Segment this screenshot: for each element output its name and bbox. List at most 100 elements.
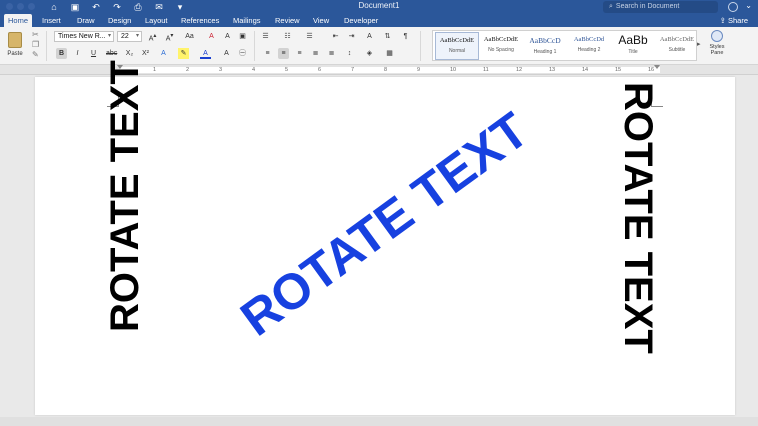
styles-pane-label: Pane (710, 50, 724, 56)
ruler-number: 6 (318, 67, 322, 73)
style-name: Subtitle (668, 47, 686, 53)
text-box-icon[interactable]: ▣ (237, 31, 248, 42)
chevron-down-icon: ▾ (135, 33, 139, 39)
style-name: Title (628, 49, 638, 55)
change-case-icon[interactable]: Aa (184, 31, 195, 42)
multilevel-list-icon[interactable]: ☰ (304, 31, 315, 42)
line-spacing-icon[interactable]: ↕ (344, 48, 355, 59)
style-normal[interactable]: AaBbCcDdE Normal (435, 32, 479, 60)
superscript-button[interactable]: X² (140, 48, 151, 59)
right-indent-marker-icon[interactable] (654, 65, 660, 69)
clipboard-icon (8, 32, 22, 48)
style-sample: AaBb (618, 33, 648, 47)
tab-draw[interactable]: Draw (73, 14, 99, 27)
search-box[interactable]: ⌕ Search in Document (603, 1, 718, 13)
ruler-track (120, 67, 660, 73)
title-bar: ⌂ ▣ ↶ ↷ ⎙ ✉ ▾ Document1 ⌕ Search in Docum… (0, 0, 758, 14)
shading-icon[interactable]: ◈ (364, 48, 375, 59)
numbering-icon[interactable]: ☷ (282, 31, 293, 42)
align-center-icon[interactable]: ≡ (278, 48, 289, 59)
rotated-text-diagonal[interactable]: ROTATE TEXT (230, 102, 538, 347)
tab-insert[interactable]: Insert (38, 14, 65, 27)
text-effects-icon[interactable]: A (222, 31, 233, 42)
status-bar (0, 417, 758, 426)
align-right-icon[interactable]: ≡ (294, 48, 305, 59)
style-title[interactable]: AaBb Title (611, 32, 655, 60)
highlight-icon[interactable]: ✎ (178, 48, 189, 59)
copy-icon[interactable]: ❐ (32, 40, 39, 50)
styles-pane-icon (711, 30, 723, 42)
clipboard-tools: ✂ ❐ ✎ (32, 30, 39, 60)
ruler-number: 8 (384, 67, 388, 73)
share-icon: ⇪ (719, 16, 728, 25)
tab-view[interactable]: View (309, 14, 333, 27)
rotated-text-right[interactable]: ROTATE TEXT (616, 82, 660, 354)
style-heading-1[interactable]: AaBbCcD Heading 1 (523, 32, 567, 60)
shrink-font-icon[interactable]: A▾ (164, 31, 175, 42)
ruler-number: 1 (153, 67, 157, 73)
sort-icon[interactable]: ⇅ (382, 31, 393, 42)
underline-button[interactable]: U (88, 48, 99, 59)
bullets-icon[interactable]: ☰ (260, 31, 271, 42)
tab-home[interactable]: Home (4, 14, 33, 27)
style-sample: AaBbCcDdE (659, 36, 695, 43)
share-label: Share (727, 16, 748, 25)
tab-review[interactable]: Review (271, 14, 304, 27)
character-shading-icon[interactable]: A (221, 48, 232, 59)
increase-indent-icon[interactable]: ⇥ (346, 31, 357, 42)
ribbon-tabs: Home Insert Draw Design Layout Reference… (0, 14, 758, 27)
ruler-number: 7 (351, 67, 355, 73)
style-no-spacing[interactable]: AaBbCcDdE No Spacing (479, 32, 523, 60)
style-sample: AaBbCcD (529, 36, 561, 45)
tab-layout[interactable]: Layout (141, 14, 172, 27)
decrease-indent-icon[interactable]: ⇤ (330, 31, 341, 42)
font-size-value: 22 (121, 33, 129, 40)
distributed-icon[interactable]: ≣ (326, 48, 337, 59)
grow-font-icon[interactable]: A▴ (147, 31, 158, 42)
enclose-characters-icon[interactable]: ㊀ (237, 48, 248, 59)
rotated-text-left[interactable]: ROTATE TEXT (103, 60, 147, 332)
align-left-icon[interactable]: ≡ (262, 48, 273, 59)
search-icon: ⌕ (609, 3, 613, 10)
font-color-icon[interactable]: A (200, 48, 211, 59)
chevron-down-icon[interactable]: ⌄ (745, 1, 752, 10)
profile-icon[interactable] (728, 2, 738, 12)
text-effects-color-icon[interactable]: A (158, 48, 169, 59)
ruler-number: 15 (615, 67, 622, 73)
document-page[interactable]: ROTATE TEXT ROTATE TEXT ROTATE TEXT (35, 60, 735, 415)
tab-developer[interactable]: Developer (340, 14, 382, 27)
styles-gallery: AaBbCcDdE Normal AaBbCcDdE No Spacing Aa… (432, 30, 697, 61)
justify-icon[interactable]: ≣ (310, 48, 321, 59)
font-size-combo[interactable]: 22 ▾ (117, 31, 142, 42)
clear-formatting-icon[interactable]: A (206, 31, 217, 42)
style-sample: AaBbCcDdE (483, 36, 519, 43)
search-placeholder: Search in Document (615, 3, 680, 10)
styles-pane-button[interactable]: Styles Pane (705, 30, 729, 56)
style-heading-2[interactable]: AaBbCcDd Heading 2 (567, 32, 611, 60)
share-button[interactable]: ⇪ Share (720, 14, 748, 27)
subscript-button[interactable]: X₂ (124, 48, 135, 59)
ruler-number: 5 (285, 67, 289, 73)
tab-design[interactable]: Design (104, 14, 135, 27)
cut-icon[interactable]: ✂ (32, 30, 39, 40)
bold-button[interactable]: B (56, 48, 67, 59)
tab-references[interactable]: References (177, 14, 223, 27)
borders-icon[interactable]: ▦ (384, 48, 395, 59)
document-canvas[interactable]: ROTATE TEXT ROTATE TEXT ROTATE TEXT (0, 60, 758, 417)
tab-mailings[interactable]: Mailings (229, 14, 265, 27)
separator (420, 31, 421, 61)
asian-layout-icon[interactable]: A (364, 31, 375, 42)
strikethrough-button[interactable]: abc (106, 48, 117, 59)
style-sample: AaBbCcDd (573, 36, 605, 43)
ruler-number: 3 (219, 67, 223, 73)
chevron-down-icon: ▾ (107, 33, 111, 39)
ruler-number: 16 (648, 67, 655, 73)
show-formatting-icon[interactable]: ¶ (400, 31, 411, 42)
paste-button[interactable]: Paste (4, 30, 26, 62)
format-painter-icon[interactable]: ✎ (32, 50, 39, 60)
italic-button[interactable]: I (72, 48, 83, 59)
style-subtitle[interactable]: AaBbCcDdE Subtitle (655, 32, 699, 60)
gallery-next-icon[interactable]: ▸ (697, 40, 701, 48)
font-name-combo[interactable]: Times New R... ▾ (54, 31, 114, 42)
style-name: Heading 2 (577, 47, 601, 53)
